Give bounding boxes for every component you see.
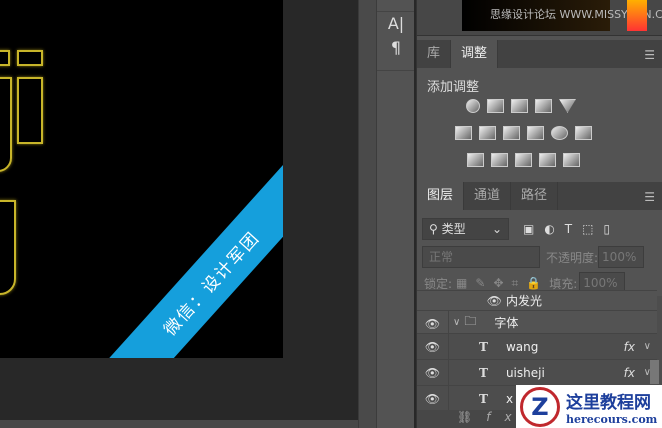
layers-tabs: 图层 通道 路径 ☰ bbox=[417, 182, 662, 210]
layer-effect-row[interactable]: 👁 内发光 bbox=[417, 290, 657, 310]
collapsed-panel-dock: A| ¶ bbox=[376, 0, 414, 428]
channel-mixer-icon[interactable] bbox=[551, 126, 568, 140]
black-white-icon[interactable] bbox=[503, 126, 520, 140]
layer-row[interactable]: 👁 T wang fx ∨ bbox=[417, 333, 657, 359]
blend-mode-select[interactable]: 正常 bbox=[422, 246, 540, 268]
blend-mode-value: 正常 bbox=[429, 250, 454, 264]
filter-icons[interactable]: ▣◐T⬚▯ bbox=[523, 222, 620, 236]
navigator-thumbnail[interactable]: 思缘设计论坛 WWW.MISSYUAN.COM bbox=[462, 0, 662, 31]
link-icon[interactable]: ⛓ bbox=[457, 410, 486, 424]
threshold-icon[interactable] bbox=[515, 153, 532, 167]
tab-layers[interactable]: 图层 bbox=[417, 182, 465, 210]
visibility-eye-icon[interactable]: 👁 bbox=[417, 291, 502, 310]
glyph-stroke bbox=[17, 77, 43, 144]
levels-icon[interactable] bbox=[487, 99, 504, 113]
navigator-panel: 思缘设计论坛 WWW.MISSYUAN.COM bbox=[417, 0, 662, 36]
hue-saturation-icon[interactable] bbox=[455, 126, 472, 140]
watermark-logo: Z bbox=[520, 386, 560, 427]
brightness-icon[interactable] bbox=[466, 99, 480, 113]
right-panels: 思缘设计论坛 WWW.MISSYUAN.COM 库 调整 ☰ 添加调整 图层 通… bbox=[416, 0, 662, 428]
tab-channels[interactable]: 通道 bbox=[464, 182, 512, 210]
layer-name: 内发光 bbox=[506, 294, 543, 308]
text-layer-icon: T bbox=[479, 339, 488, 354]
posterize-icon[interactable] bbox=[491, 153, 508, 167]
banner-text: 微信：设计军团 bbox=[159, 227, 264, 340]
color-lookup-icon[interactable] bbox=[575, 126, 592, 140]
layer-group-row[interactable]: 👁 ∨ 🗀 字体 bbox=[417, 310, 657, 333]
layers-scrollbar[interactable] bbox=[650, 360, 659, 384]
tab-adjustments[interactable]: 调整 bbox=[451, 40, 499, 68]
layer-name: x bbox=[505, 391, 514, 406]
exposure-icon[interactable] bbox=[535, 99, 552, 113]
text-layer-icon: T bbox=[479, 365, 488, 380]
fill-value: 100% bbox=[583, 276, 618, 290]
layer-row[interactable]: 👁 T uisheji fx ∨ bbox=[417, 359, 657, 385]
chevron-down-icon[interactable]: ∨ bbox=[644, 341, 651, 352]
glyph-stroke bbox=[17, 50, 43, 66]
lock-label: 锁定: bbox=[424, 276, 453, 291]
fill-label: 填充: bbox=[549, 276, 578, 291]
paragraph-panel-button[interactable]: ¶ bbox=[377, 36, 415, 60]
filter-kind-select[interactable]: ⚲ 类型 ⌄ bbox=[422, 218, 509, 240]
tab-paths[interactable]: 路径 bbox=[511, 182, 559, 210]
visibility-eye-icon[interactable]: 👁 bbox=[417, 360, 449, 385]
color-balance-icon[interactable] bbox=[479, 126, 496, 140]
visibility-eye-icon[interactable]: 👁 bbox=[417, 311, 449, 333]
curves-icon[interactable] bbox=[511, 99, 528, 113]
watermark: Z 这里教程网 herecours.com bbox=[516, 385, 662, 428]
glyph-stroke bbox=[0, 77, 12, 172]
fx-icon[interactable]: fx bbox=[624, 340, 635, 354]
visibility-eye-icon[interactable]: 👁 bbox=[417, 386, 449, 411]
watermark-url: herecours.com bbox=[566, 412, 658, 426]
panel-menu-icon[interactable]: ☰ bbox=[644, 48, 655, 62]
opacity-input[interactable]: 100% bbox=[598, 246, 645, 268]
vibrance-icon[interactable] bbox=[559, 99, 576, 113]
adjust-title: 添加调整 bbox=[427, 80, 480, 95]
gradient-map-icon[interactable] bbox=[563, 153, 580, 167]
folder-icon: 🗀 bbox=[464, 313, 477, 328]
tab-library[interactable]: 库 bbox=[417, 40, 452, 68]
layer-name: uisheji bbox=[505, 365, 545, 380]
glyph-stroke bbox=[0, 50, 10, 66]
photo-filter-icon[interactable] bbox=[527, 126, 544, 140]
watermark-title: 这里教程网 bbox=[566, 392, 651, 413]
glyph-stroke bbox=[0, 200, 16, 295]
panel-menu-icon[interactable]: ☰ bbox=[644, 190, 655, 204]
layer-name: 字体 bbox=[494, 315, 519, 330]
opacity-value: 100% bbox=[602, 250, 637, 264]
filter-kind-label: 类型 bbox=[441, 222, 466, 236]
selective-color-icon[interactable] bbox=[539, 153, 556, 167]
vertical-scrollbar[interactable] bbox=[358, 0, 376, 428]
layer-name: wang bbox=[505, 339, 539, 354]
opacity-label: 不透明度: bbox=[546, 250, 599, 265]
adjust-tabs: 库 调整 ☰ bbox=[417, 40, 662, 68]
fx-icon[interactable]: fx bbox=[624, 366, 635, 380]
color-swatch bbox=[627, 0, 647, 31]
text-layer-icon: T bbox=[479, 391, 488, 406]
invert-icon[interactable] bbox=[467, 153, 484, 167]
visibility-eye-icon[interactable]: 👁 bbox=[417, 334, 449, 359]
character-panel-button[interactable]: A| bbox=[377, 12, 415, 36]
document-canvas[interactable]: 微信：设计军团 bbox=[0, 0, 283, 358]
lock-icons[interactable]: ▦✎✥⌗🔒 bbox=[456, 276, 549, 291]
diagonal-banner: 微信：设计军团 bbox=[78, 139, 283, 358]
chevron-down-icon[interactable]: ∨ bbox=[453, 317, 460, 328]
status-bar bbox=[0, 420, 358, 428]
